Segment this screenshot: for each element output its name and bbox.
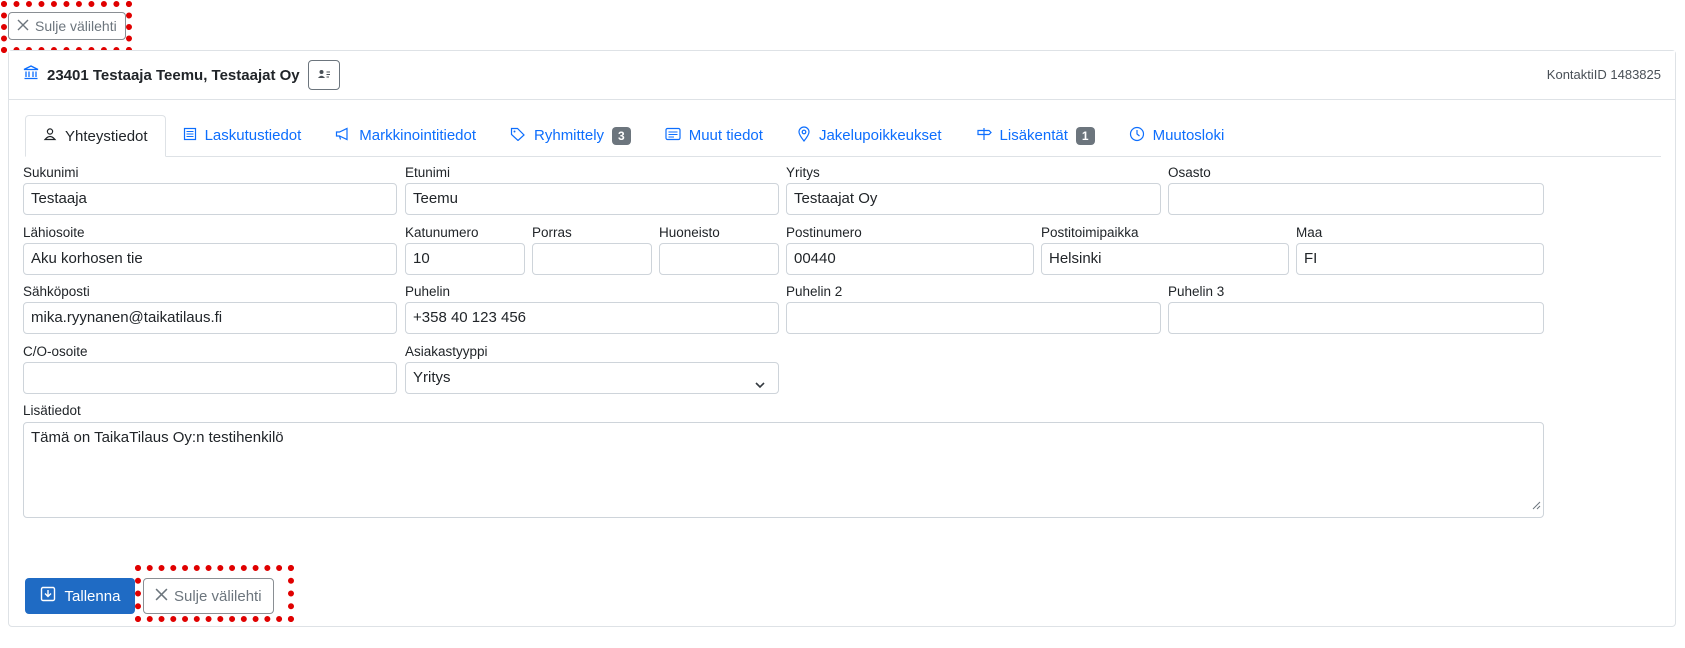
tab-label: Lisäkentät: [999, 127, 1068, 144]
sukunimi-label: Sukunimi: [23, 165, 79, 180]
tab-muut-tiedot[interactable]: Muut tiedot: [648, 115, 780, 156]
bank-building-icon: [23, 65, 39, 85]
osasto-label: Osasto: [1168, 165, 1211, 180]
co-osoite-label: C/O-osoite: [23, 344, 88, 359]
lisatiedot-textarea[interactable]: Tämä on TaikaTilaus Oy:n testihenkilö: [23, 422, 1544, 518]
puhelin2-input[interactable]: [786, 302, 1161, 334]
tab-jakelupoikkeukset[interactable]: Jakelupoikkeukset: [780, 115, 959, 156]
etunimi-label: Etunimi: [405, 165, 451, 180]
tab-label: Muutosloki: [1152, 127, 1225, 144]
contact-id: KontaktiID 1483825: [1546, 67, 1661, 82]
chevron-down-icon: [754, 372, 766, 393]
asiakastyyppi-label: Asiakastyyppi: [405, 344, 488, 359]
person-icon: [43, 127, 57, 145]
sahkoposti-label: Sähköposti: [23, 284, 90, 299]
tab-label: Muut tiedot: [688, 127, 763, 144]
yritys-input[interactable]: Testaajat Oy: [786, 183, 1161, 215]
close-tab-button-top[interactable]: Sulje välilehti: [8, 12, 126, 40]
maa-input[interactable]: FI: [1296, 243, 1544, 275]
co-osoite-input[interactable]: [23, 362, 397, 394]
tab-yhteystiedot[interactable]: Yhteystiedot: [25, 115, 166, 157]
lisatiedot-value: Tämä on TaikaTilaus Oy:n testihenkilö: [31, 429, 284, 446]
card-header: 23401 Testaaja Teemu, Testaajat Oy Konta…: [9, 51, 1675, 100]
porras-input[interactable]: [532, 243, 652, 275]
tab-lisakentat[interactable]: Lisäkentät 1: [959, 115, 1112, 156]
tags-icon: [510, 127, 526, 145]
receipt-icon: [183, 127, 197, 145]
sukunimi-input[interactable]: Testaaja: [23, 183, 397, 215]
postitoimipaikka-label: Postitoimipaikka: [1041, 225, 1139, 240]
huoneisto-label: Huoneisto: [659, 225, 720, 240]
close-tab-button-bottom[interactable]: Sulje välilehti: [143, 578, 274, 614]
postinumero-label: Postinumero: [786, 225, 862, 240]
close-icon: [17, 18, 29, 34]
count-badge: 1: [1075, 126, 1095, 145]
close-tab-label: Sulje välilehti: [174, 587, 262, 605]
puhelin2-label: Puhelin 2: [786, 284, 843, 299]
close-icon: [155, 588, 168, 605]
save-download-icon: [40, 586, 56, 606]
asiakastyyppi-select[interactable]: Yritys: [405, 362, 779, 394]
save-label: Tallenna: [64, 587, 121, 605]
contact-card-button[interactable]: [307, 60, 340, 90]
tab-ryhmittely[interactable]: Ryhmittely 3: [493, 115, 648, 156]
postinumero-input[interactable]: 00440: [786, 243, 1034, 275]
postitoimipaikka-input[interactable]: Helsinki: [1041, 243, 1289, 275]
page-title: 23401 Testaaja Teemu, Testaajat Oy: [47, 66, 300, 84]
tab-label: Yhteystiedot: [65, 127, 148, 145]
puhelin3-input[interactable]: [1168, 302, 1544, 334]
signpost-icon: [976, 127, 992, 145]
tab-label: Jakelupoikkeukset: [818, 127, 942, 144]
tab-laskutustiedot[interactable]: Laskutustiedot: [166, 115, 319, 156]
person-vcard-icon: [317, 67, 331, 84]
tab-label: Ryhmittely: [534, 127, 605, 144]
tab-label: Laskutustiedot: [204, 127, 302, 144]
clock-icon: [1129, 126, 1145, 146]
asiakastyyppi-value: Yritys: [413, 369, 451, 386]
lahiosoite-label: Lähiosoite: [23, 225, 85, 240]
megaphone-icon: [335, 127, 351, 145]
etunimi-input[interactable]: Teemu: [405, 183, 779, 215]
count-badge: 3: [612, 126, 631, 145]
tab-bar: Yhteystiedot Laskutustiedot Markkinointi…: [25, 115, 1661, 157]
tab-markkinointitiedot[interactable]: Markkinointitiedot: [318, 115, 493, 156]
sahkoposti-input[interactable]: mika.ryynanen@taikatilaus.fi: [23, 302, 397, 334]
resize-grip-icon[interactable]: [1532, 497, 1541, 515]
maa-label: Maa: [1296, 225, 1323, 240]
close-tab-label: Sulje välilehti: [35, 18, 117, 34]
card-text-icon: [665, 127, 681, 145]
save-button[interactable]: Tallenna: [25, 578, 135, 614]
tab-label: Markkinointitiedot: [359, 127, 477, 144]
katunumero-label: Katunumero: [405, 225, 479, 240]
puhelin-input[interactable]: +358 40 123 456: [405, 302, 779, 334]
tab-muutosloki[interactable]: Muutosloki: [1112, 115, 1242, 156]
porras-label: Porras: [532, 225, 572, 240]
puhelin-label: Puhelin: [405, 284, 451, 299]
osasto-input[interactable]: [1168, 183, 1544, 215]
katunumero-input[interactable]: 10: [405, 243, 525, 275]
lisatiedot-label: Lisätiedot: [23, 403, 81, 418]
puhelin3-label: Puhelin 3: [1168, 284, 1225, 299]
lahiosoite-input[interactable]: Aku korhosen tie: [23, 243, 397, 275]
contact-card: 23401 Testaaja Teemu, Testaajat Oy Konta…: [8, 50, 1676, 627]
geo-pin-icon: [797, 125, 811, 146]
huoneisto-input[interactable]: [659, 243, 779, 275]
yritys-label: Yritys: [786, 165, 820, 180]
